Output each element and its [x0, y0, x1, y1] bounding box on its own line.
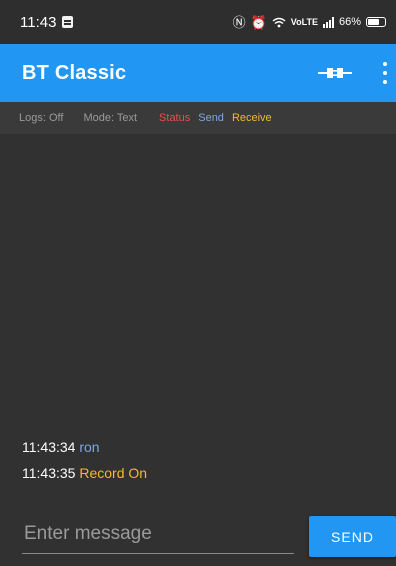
app-title: BT Classic: [22, 61, 127, 84]
input-row: SEND: [0, 508, 396, 558]
signal-icon: [322, 16, 334, 28]
info-bar: Logs: Off Mode: Text Status Send Receive: [0, 102, 396, 134]
volte-label: VoLTE: [290, 17, 318, 27]
log-message-sent: ron: [79, 439, 100, 455]
nfc-icon: Ⓝ: [232, 14, 246, 30]
status-time: 11:43: [20, 13, 57, 31]
notification-icon: [62, 16, 74, 28]
mode-indicator: Mode: Text: [83, 112, 138, 124]
battery-icon: [366, 17, 386, 27]
legend-send: Send: [198, 112, 224, 124]
log-line: 11:43:35 Record On: [22, 465, 147, 481]
message-input[interactable]: [22, 520, 294, 554]
log-line: 11:43:34 ron: [22, 439, 100, 455]
log-area[interactable]: 11:43:34 ron 11:43:35 Record On: [0, 134, 396, 496]
legend-receive: Receive: [231, 112, 272, 124]
log-time: 11:43:34: [22, 439, 76, 455]
log-message-received: Record On: [79, 465, 148, 481]
status-bar-right: Ⓝ ⏰ VoLTE 66%: [233, 16, 386, 29]
app-actions: [318, 62, 388, 84]
send-button[interactable]: SEND: [309, 516, 396, 557]
status-bar-left: 11:43: [20, 13, 74, 31]
app-bar: BT Classic: [0, 44, 396, 102]
legend-status: Status: [159, 112, 191, 124]
logs-indicator: Logs: Off: [19, 112, 64, 124]
alarm-icon: ⏰: [250, 14, 267, 30]
wifi-icon: [272, 17, 286, 27]
status-bar: 11:43 Ⓝ ⏰ VoLTE 66%: [0, 0, 396, 44]
plug-icon[interactable]: [318, 66, 352, 80]
more-vert-icon[interactable]: [382, 62, 388, 84]
log-time: 11:43:35: [22, 465, 76, 481]
battery-percent: 66%: [338, 16, 361, 28]
